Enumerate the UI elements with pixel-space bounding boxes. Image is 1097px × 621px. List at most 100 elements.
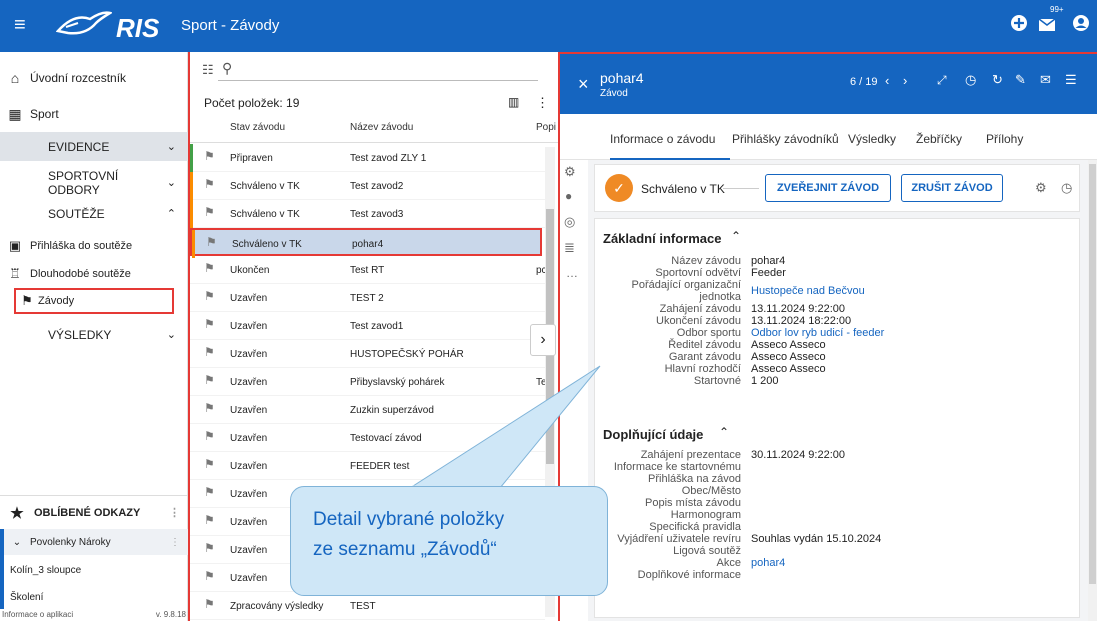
field-value[interactable]: Hustopeče nad Bečvou <box>751 285 865 297</box>
filter-icon[interactable]: ☷ <box>202 62 214 78</box>
column-header-name[interactable]: Název závodu <box>350 122 413 133</box>
expand-panel-button[interactable]: › <box>530 324 556 356</box>
cell-name: Test zavod3 <box>350 209 404 220</box>
scrollbar-thumb[interactable] <box>1089 164 1096 584</box>
history-icon[interactable]: ◷ <box>1061 180 1072 196</box>
section-label: VÝSLEDKY <box>48 327 112 342</box>
sidebar-section-evidence[interactable]: EVIDENCE ⌄ <box>0 132 188 161</box>
app-logo[interactable]: RIS <box>55 9 176 43</box>
field-label: Harmonogram <box>670 509 741 521</box>
refresh-icon[interactable]: ↻ <box>992 72 1003 88</box>
assignment-icon[interactable]: ☰ <box>1065 72 1077 88</box>
field-label: Specifická pravidla <box>649 521 741 533</box>
badge-icon[interactable]: ◎ <box>564 214 575 230</box>
race-detail-panel: × pohar4 Závod 6 / 19 ‹ › ⤢ ◷ ↻ ✎ ✉ ☰ In… <box>558 52 1097 621</box>
add-circle-icon[interactable] <box>1010 14 1028 37</box>
favorite-item[interactable]: Kolín_3 sloupce <box>0 555 188 585</box>
settings-icon[interactable]: ⚙ <box>1035 180 1047 196</box>
history-icon[interactable]: ◷ <box>965 72 976 88</box>
cell-status: Uzavřen <box>230 321 268 332</box>
account-icon[interactable] <box>1072 14 1090 37</box>
search-icon[interactable]: ⚲ <box>222 60 232 77</box>
favorites-header[interactable]: ★ OBLÍBENÉ ODKAZY ⋮ <box>0 495 188 529</box>
cell-status: Uzavřen <box>230 573 268 584</box>
chevron-right-icon[interactable]: › <box>903 73 907 88</box>
favorite-item[interactable]: Školení <box>0 585 188 609</box>
fullscreen-icon[interactable]: ⤢ <box>937 73 947 88</box>
chevron-up-icon[interactable]: ⌃ <box>731 229 741 243</box>
sidebar-item-sport[interactable]: ▦ Sport <box>0 100 188 128</box>
email-icon[interactable]: ✉ <box>1040 72 1051 88</box>
sidebar-item-label: Závody <box>38 295 75 307</box>
scrollbar[interactable] <box>1088 160 1097 621</box>
mail-icon[interactable] <box>1038 12 1060 39</box>
field-value[interactable]: Odbor lov ryb udicí - feeder <box>751 327 884 339</box>
field-value: pohar4 <box>751 255 786 267</box>
sidebar-item-label: Úvodní rozcestník <box>30 71 127 85</box>
cell-status: Schváleno v TK <box>230 209 300 220</box>
field-value[interactable]: pohar4 <box>751 557 785 569</box>
table-row[interactable]: ⚑ Ukončen Test RT pc <box>190 256 545 284</box>
search-input[interactable] <box>218 80 538 81</box>
table-row-selected[interactable]: ⚑ Schváleno v TK pohar4 <box>190 228 542 258</box>
table-row[interactable]: ⚑ Uzavřen TEST 2 <box>190 284 545 312</box>
detail-header: × pohar4 Závod 6 / 19 ‹ › ⤢ ◷ ↻ ✎ ✉ ☰ <box>560 54 1097 114</box>
favorite-item[interactable]: ⌄ Povolenky Nároky ⋮ <box>0 529 188 555</box>
status-card: ✓ Schváleno v TK ZVEŘEJNIT ZÁVOD ZRUŠIT … <box>594 164 1080 212</box>
list-check-icon[interactable]: ≣ <box>564 240 575 256</box>
cell-status: Zpracovány výsledky <box>230 601 324 612</box>
dashboard-icon: ▦ <box>8 105 22 122</box>
callout-text-line2: ze seznamu „Závodů“ <box>313 539 497 560</box>
cell-name: pohar4 <box>352 239 384 250</box>
cell-status: Uzavřen <box>230 489 268 500</box>
page-title: Sport - Závody <box>181 17 280 34</box>
app-info-link[interactable]: Informace o aplikaci <box>2 610 73 619</box>
hamburger-menu-icon[interactable]: ≡ <box>14 15 26 35</box>
chevron-up-icon[interactable]: ⌃ <box>719 425 729 439</box>
settings-icon[interactable]: ⚙ <box>564 164 576 180</box>
cell-name: HUSTOPEČSKÝ POHÁR <box>350 349 464 360</box>
cancel-race-button[interactable]: ZRUŠIT ZÁVOD <box>901 174 1003 202</box>
tab-3[interactable]: Žebříčky <box>916 132 962 146</box>
columns-icon[interactable]: ▥ <box>508 95 519 109</box>
chevron-down-icon: ⌄ <box>12 536 22 548</box>
sidebar-section-results[interactable]: VÝSLEDKY ⌄ <box>0 320 188 349</box>
chevron-down-icon: ⌄ <box>166 141 176 153</box>
publish-button[interactable]: ZVEŘEJNIT ZÁVOD <box>765 174 891 202</box>
flag-icon: ⚑ <box>204 541 215 555</box>
sidebar-item-home[interactable]: ⌂ Úvodní rozcestník <box>0 64 188 92</box>
edit-icon[interactable]: ✎ <box>1015 72 1026 88</box>
header-divider <box>190 142 560 143</box>
tab-1[interactable]: Přihlášky závodníků <box>732 132 839 146</box>
column-header-status[interactable]: Stav závodu <box>230 122 285 133</box>
field-label: Akce <box>716 557 741 569</box>
more-vert-icon[interactable]: ⋮ <box>536 95 549 111</box>
more-vert-icon[interactable]: ⋮ <box>170 537 180 548</box>
app-footer: Informace o aplikaci v. 9.8.18 <box>0 609 188 621</box>
field-value: Souhlas vydán 15.10.2024 <box>751 533 882 545</box>
tab-2[interactable]: Výsledky <box>848 132 896 146</box>
favorite-label: Kolín_3 sloupce <box>10 564 82 576</box>
more-horiz-icon[interactable]: … <box>566 266 578 280</box>
favorites-label: OBLÍBENÉ ODKAZY <box>34 506 141 519</box>
more-vert-icon[interactable]: ⋮ <box>169 506 180 519</box>
table-row[interactable]: ⚑ Připraven Test zavod ZLY 1 <box>190 144 545 172</box>
table-row[interactable]: ⚑ Schváleno v TK Test zavod3 <box>190 200 545 228</box>
sidebar-section-sport-departments[interactable]: SPORTOVNÍ ODBORY ⌄ <box>0 168 188 197</box>
sidebar-item-races[interactable]: ⚑ Závody <box>14 288 174 314</box>
table-row[interactable]: ⚑ Zpracovány výsledky TEST <box>190 592 545 620</box>
chat-icon[interactable]: ● <box>565 189 572 203</box>
chevron-up-icon: ⌃ <box>166 208 176 220</box>
sidebar-item-long-term-competitions[interactable]: ♖ Dlouhodobé soutěže <box>0 261 188 287</box>
table-row[interactable]: ⚑ Schváleno v TK Test zavod2 <box>190 172 545 200</box>
table-row[interactable]: ⚑ Uzavřen Test zavod1 <box>190 312 545 340</box>
column-header-description[interactable]: Popi <box>536 122 556 133</box>
chevron-left-icon[interactable]: ‹ <box>885 73 889 88</box>
home-icon: ⌂ <box>10 70 20 86</box>
sidebar-section-competitions[interactable]: SOUTĚŽE ⌃ <box>0 199 188 228</box>
field-label: Odbor sportu <box>676 327 741 339</box>
sidebar-item-competition-signup[interactable]: ▣ Přihláška do soutěže <box>0 233 188 259</box>
close-icon[interactable]: × <box>578 74 589 95</box>
tab-0[interactable]: Informace o závodu <box>610 132 715 146</box>
tab-4[interactable]: Přílohy <box>986 132 1023 146</box>
